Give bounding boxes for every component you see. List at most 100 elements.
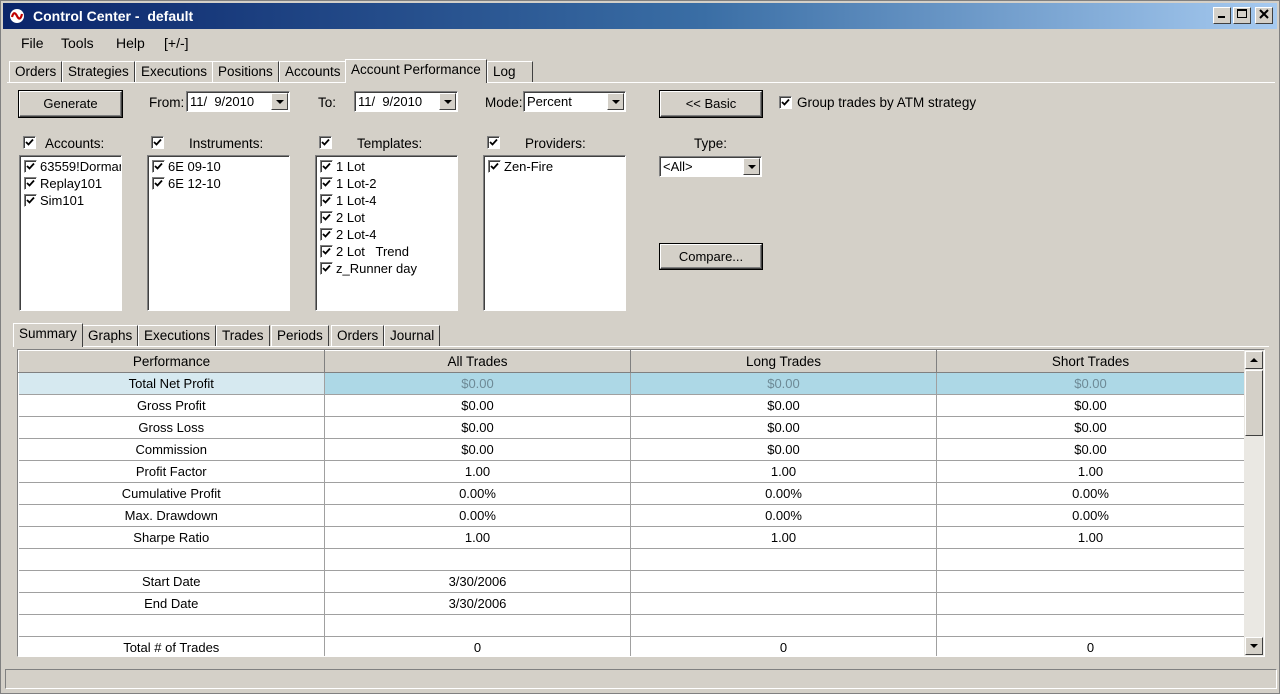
tab-journal[interactable]: Journal [384,325,441,347]
tab-summary[interactable]: Summary [13,323,83,347]
column-header-all-trades[interactable]: All Trades [324,350,631,373]
table-row[interactable]: End Date 3/30/2006 [18,592,1245,615]
menu-file[interactable]: File [21,35,44,51]
type-select[interactable]: <All> [659,156,762,177]
row-label: End Date [18,592,325,615]
instruments-list[interactable]: 6E 09-10 6E 12-10 [147,155,290,311]
table-header-row: Performance All Trades Long Trades Short… [18,350,1245,373]
tab-account-performance[interactable]: Account Performance [345,59,487,83]
close-button[interactable] [1255,7,1273,24]
chevron-down-icon[interactable] [607,93,624,110]
cell-long: 0.00% [630,504,937,527]
item-checkbox[interactable] [320,211,333,224]
summary-grid[interactable]: Performance All Trades Long Trades Short… [17,349,1265,657]
item-checkbox[interactable] [320,228,333,241]
item-checkbox[interactable] [152,160,165,173]
to-date-picker[interactable]: 11/ 9/2010 [354,91,458,112]
cell-long: 1.00 [630,526,937,549]
providers-all-checkbox[interactable] [487,136,500,149]
cell-short [936,570,1245,593]
minimize-button[interactable] [1213,7,1231,24]
chevron-down-icon[interactable] [743,158,760,175]
performance-table: Performance All Trades Long Trades Short… [18,350,1245,656]
group-by-atm-label: Group trades by ATM strategy [797,95,977,110]
table-row[interactable]: Gross Loss $0.00 $0.00 $0.00 [18,416,1245,439]
cell-short: $0.00 [936,394,1245,417]
templates-list[interactable]: 1 Lot 1 Lot-2 1 Lot-4 2 Lot 2 Lot-4 2 Lo… [315,155,458,311]
instruments-all-checkbox[interactable] [151,136,164,149]
title-bar[interactable]: Control Center - default [3,3,1277,29]
list-item-label: 2 Lot-4 [336,227,377,242]
group-by-atm-checkbox[interactable] [779,96,792,109]
table-row[interactable] [18,614,1245,637]
list-item-label: 6E 09-10 [168,159,221,174]
table-row[interactable]: Sharpe Ratio 1.00 1.00 1.00 [18,526,1245,549]
tab-orders[interactable]: Orders [9,61,63,83]
accounts-all-checkbox[interactable] [23,136,36,149]
tab-periods[interactable]: Periods [271,325,329,347]
tab-graphs[interactable]: Graphs [82,325,139,347]
item-checkbox[interactable] [320,177,333,190]
maximize-button[interactable] [1233,7,1251,24]
from-label: From: [149,95,185,110]
menu-help[interactable]: Help [116,35,145,51]
checkmark-icon [781,98,790,106]
tab-orders-sub[interactable]: Orders [331,325,385,347]
item-checkbox[interactable] [320,194,333,207]
cell-long [630,570,937,593]
tab-strategies[interactable]: Strategies [62,61,135,83]
item-checkbox[interactable] [320,160,333,173]
table-row[interactable]: Commission $0.00 $0.00 $0.00 [18,438,1245,461]
table-row[interactable] [18,548,1245,571]
from-date-picker[interactable]: 11/ 9/2010 [186,91,290,112]
menu-tools[interactable]: Tools [61,35,94,51]
menu-expand[interactable]: [+/-] [164,35,189,51]
row-label: Total # of Trades [18,636,325,656]
cell-long: 1.00 [630,460,937,483]
mode-value: Percent [527,94,572,109]
item-checkbox[interactable] [488,160,501,173]
instruments-label: Instruments: [189,136,264,151]
basic-button[interactable]: << Basic [660,91,762,117]
table-row[interactable]: Start Date 3/30/2006 [18,570,1245,593]
item-checkbox[interactable] [24,194,37,207]
table-row[interactable]: Cumulative Profit 0.00% 0.00% 0.00% [18,482,1245,505]
chevron-down-icon[interactable] [439,93,456,110]
scroll-thumb[interactable] [1245,370,1263,436]
cell-short: $0.00 [936,372,1245,395]
maximize-icon [1237,9,1247,18]
column-header-performance[interactable]: Performance [18,350,325,373]
vertical-scrollbar[interactable] [1244,350,1264,656]
item-checkbox[interactable] [24,177,37,190]
tab-executions-sub[interactable]: Executions [138,325,217,347]
cell-short: 0 [936,636,1245,656]
table-row[interactable]: Profit Factor 1.00 1.00 1.00 [18,460,1245,483]
item-checkbox[interactable] [24,160,37,173]
arrow-down-icon [1250,644,1258,648]
compare-button[interactable]: Compare... [660,244,762,269]
chevron-down-icon[interactable] [271,93,288,110]
scroll-down-button[interactable] [1245,637,1263,655]
table-row[interactable]: Total Net Profit $0.00 $0.00 $0.00 [18,372,1245,395]
column-header-long-trades[interactable]: Long Trades [630,350,937,373]
tab-executions[interactable]: Executions [135,61,214,83]
scroll-up-button[interactable] [1245,351,1263,369]
checkmark-icon [26,196,35,204]
tab-accounts[interactable]: Accounts [279,61,347,83]
table-row[interactable]: Total # of Trades 0 0 0 [18,636,1245,656]
templates-all-checkbox[interactable] [319,136,332,149]
item-checkbox[interactable] [320,245,333,258]
providers-list[interactable]: Zen-Fire [483,155,626,311]
item-checkbox[interactable] [152,177,165,190]
item-checkbox[interactable] [320,262,333,275]
tab-log[interactable]: Log [487,61,533,83]
column-header-short-trades[interactable]: Short Trades [936,350,1245,373]
tab-positions[interactable]: Positions [212,61,279,83]
tab-trades[interactable]: Trades [216,325,270,347]
table-row[interactable]: Max. Drawdown 0.00% 0.00% 0.00% [18,504,1245,527]
checkmark-icon [26,162,35,170]
accounts-list[interactable]: 63559!Dorman Replay101 Sim101 [19,155,122,311]
table-row[interactable]: Gross Profit $0.00 $0.00 $0.00 [18,394,1245,417]
generate-button[interactable]: Generate [19,91,122,117]
mode-select[interactable]: Percent [523,91,626,112]
